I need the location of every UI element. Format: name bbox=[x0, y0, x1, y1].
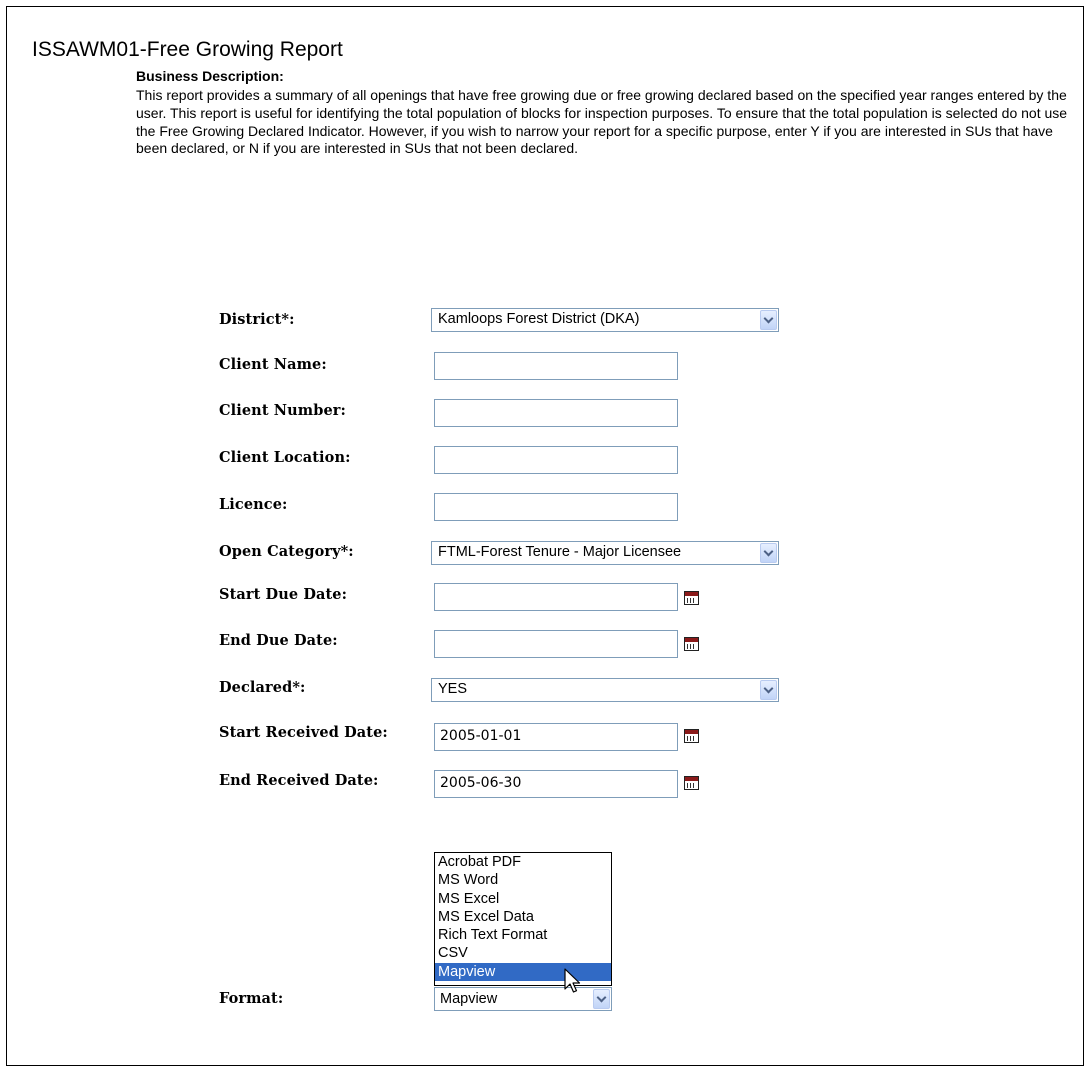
end-due-date-field[interactable] bbox=[434, 630, 678, 658]
chevron-down-icon[interactable] bbox=[593, 989, 610, 1009]
description-heading: Business Description: bbox=[136, 68, 284, 84]
open-category-select[interactable]: FTML-Forest Tenure - Major Licensee bbox=[431, 541, 779, 565]
calendar-icon[interactable] bbox=[684, 637, 699, 651]
client-location-label: Client Location: bbox=[219, 449, 351, 466]
format-option-ms-excel[interactable]: MS Excel bbox=[435, 890, 611, 908]
start-due-date-field[interactable] bbox=[434, 583, 678, 611]
format-dropdown-list[interactable]: Acrobat PDF MS Word MS Excel MS Excel Da… bbox=[434, 852, 612, 986]
format-option-mapview[interactable]: Mapview bbox=[435, 962, 611, 982]
declared-select[interactable]: YES bbox=[431, 678, 779, 702]
calendar-icon[interactable] bbox=[684, 591, 699, 605]
format-option-ms-excel-data[interactable]: MS Excel Data bbox=[435, 908, 611, 926]
description-text: This report provides a summary of all op… bbox=[136, 87, 1068, 157]
format-select[interactable]: Mapview bbox=[434, 987, 612, 1011]
declared-label: Declared*: bbox=[219, 679, 306, 696]
district-select[interactable]: Kamloops Forest District (DKA) bbox=[431, 308, 779, 332]
chevron-down-icon[interactable] bbox=[760, 680, 777, 700]
format-option-csv[interactable]: CSV bbox=[435, 944, 611, 962]
end-due-date-label: End Due Date: bbox=[219, 632, 338, 649]
calendar-icon[interactable] bbox=[684, 729, 699, 743]
calendar-icon[interactable] bbox=[684, 776, 699, 790]
district-label: District*: bbox=[219, 311, 295, 328]
chevron-down-icon[interactable] bbox=[760, 310, 777, 330]
format-label: Format: bbox=[219, 990, 284, 1007]
client-name-label: Client Name: bbox=[219, 356, 327, 373]
client-name-field[interactable] bbox=[434, 352, 678, 380]
format-option-acrobat-pdf[interactable]: Acrobat PDF bbox=[435, 853, 611, 871]
format-option-ms-word[interactable]: MS Word bbox=[435, 871, 611, 889]
chevron-down-icon[interactable] bbox=[760, 543, 777, 563]
start-due-date-label: Start Due Date: bbox=[219, 586, 348, 603]
page-title: ISSAWM01-Free Growing Report bbox=[32, 38, 343, 61]
start-received-date-label: Start Received Date: bbox=[219, 724, 388, 741]
licence-label: Licence: bbox=[219, 496, 288, 513]
client-number-field[interactable] bbox=[434, 399, 678, 427]
pointer-cursor-icon bbox=[564, 968, 581, 993]
client-location-field[interactable] bbox=[434, 446, 678, 474]
end-received-date-field[interactable]: 2005-06-30 bbox=[434, 770, 678, 798]
licence-field[interactable] bbox=[434, 493, 678, 521]
end-received-date-label: End Received Date: bbox=[219, 772, 379, 789]
start-received-date-field[interactable]: 2005-01-01 bbox=[434, 723, 678, 751]
client-number-label: Client Number: bbox=[219, 402, 346, 419]
open-category-label: Open Category*: bbox=[219, 543, 354, 560]
format-option-rich-text-format[interactable]: Rich Text Format bbox=[435, 926, 611, 944]
